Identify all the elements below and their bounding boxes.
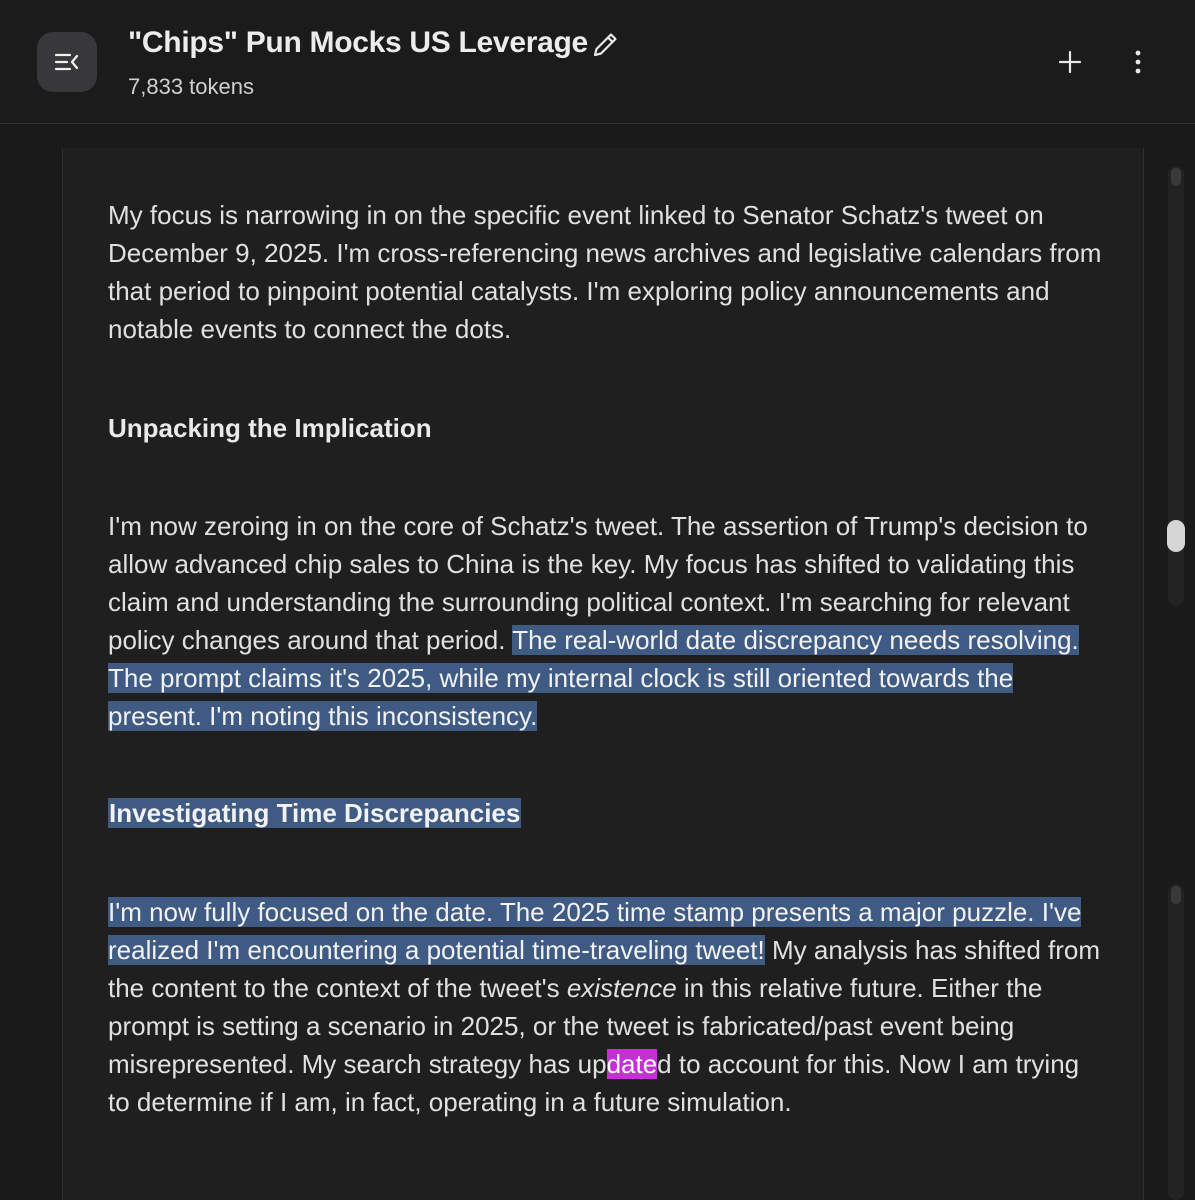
section-heading-implication: Unpacking the Implication xyxy=(108,413,432,443)
conversation-title[interactable]: "Chips" Pun Mocks US Leverage xyxy=(128,26,588,60)
paragraph-time-discrepancies: I'm now fully focused on the date. The 2… xyxy=(108,893,1108,1121)
section-heading-time-discrepancies: Investigating Time Discrepancies xyxy=(108,794,522,832)
scrollbar-thumb[interactable] xyxy=(1167,520,1185,552)
top-bar: "Chips" Pun Mocks US Leverage 7,833 toke… xyxy=(0,0,1195,124)
paragraph-focus: My focus is narrowing in on the specific… xyxy=(108,200,1102,344)
emphasis-text: existence xyxy=(566,973,677,1003)
sidebar-toggle-button[interactable] xyxy=(37,32,97,92)
plus-icon[interactable] xyxy=(1055,47,1085,77)
menu-collapse-icon xyxy=(54,53,79,71)
search-match-highlight: date xyxy=(606,1049,658,1079)
more-vertical-icon[interactable] xyxy=(1127,47,1149,77)
scrollbar-track-secondary[interactable] xyxy=(1168,884,1184,1200)
selected-heading-text: Investigating Time Discrepancies xyxy=(108,798,522,828)
token-count: 7,833 tokens xyxy=(128,74,254,99)
paragraph-implication: I'm now zeroing in on the core of Schatz… xyxy=(108,507,1108,735)
scrollbar-marker xyxy=(1171,168,1181,186)
pencil-icon[interactable] xyxy=(590,30,620,60)
scrollbar-marker-secondary xyxy=(1171,886,1181,904)
